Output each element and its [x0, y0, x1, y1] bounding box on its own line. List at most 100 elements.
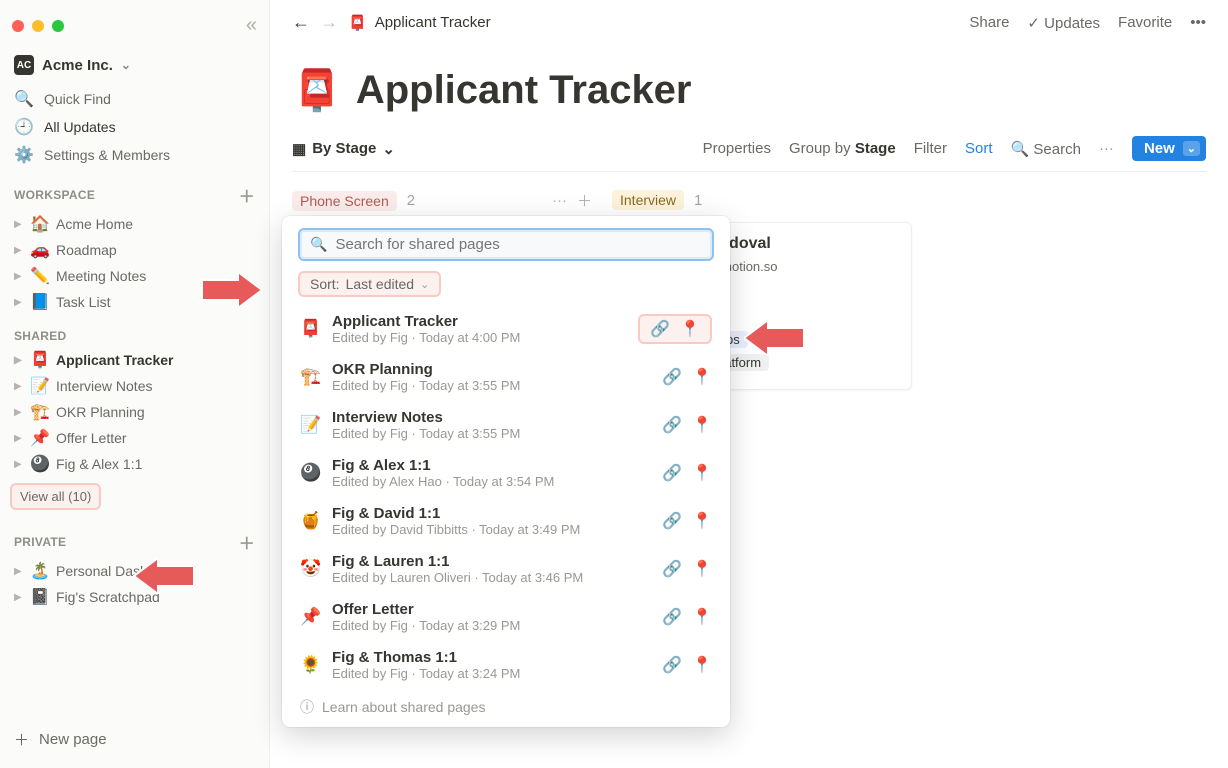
popup-sort-label: Sort: [310, 276, 340, 292]
pin-icon[interactable]: 📍 [692, 511, 712, 531]
sidebar-item-shared-0[interactable]: ▶📮Applicant Tracker [0, 347, 269, 373]
page-title: 📮 Applicant Tracker [292, 55, 1206, 136]
disclosure-triangle-icon[interactable]: ▶ [14, 355, 24, 366]
breadcrumb-title: Applicant Tracker [375, 14, 491, 31]
new-page-button[interactable]: ＋New page [0, 719, 269, 760]
popup-search[interactable]: 🔍 [298, 228, 714, 261]
sort-button[interactable]: Sort [965, 140, 993, 157]
chevron-down-icon: ⌄ [121, 58, 131, 72]
sidebar-item-label: Offer Letter [56, 430, 127, 446]
updates-button[interactable]: ✓ Updates [1027, 14, 1100, 32]
sidebar-item-shared-3[interactable]: ▶📌Offer Letter [0, 425, 269, 451]
disclosure-triangle-icon[interactable]: ▶ [14, 245, 24, 256]
new-button[interactable]: New⌄ [1132, 136, 1206, 161]
column-more-icon[interactable]: ··· [552, 192, 567, 209]
help-icon: ⓘ [300, 697, 314, 717]
popup-page-row[interactable]: 🍯Fig & David 1:1Edited by David Tibbitts… [292, 497, 720, 545]
pin-icon[interactable]: 📍 [692, 463, 712, 483]
all-updates[interactable]: 🕘All Updates [0, 113, 269, 141]
learn-shared-pages[interactable]: ⓘLearn about shared pages [292, 689, 720, 719]
window-controls: « [0, 8, 269, 51]
link-icon[interactable]: 🔗 [662, 655, 682, 675]
column-add-icon[interactable]: ＋ [577, 190, 592, 211]
popup-page-row[interactable]: 🌻Fig & Thomas 1:1Edited by Fig · Today a… [292, 641, 720, 689]
settings-members[interactable]: ⚙️Settings & Members [0, 141, 269, 169]
pin-icon[interactable]: 📍 [680, 319, 700, 339]
add-private-page-icon[interactable]: ＋ [239, 530, 255, 554]
sidebar-item-shared-1[interactable]: ▶📝Interview Notes [0, 373, 269, 399]
sidebar-item-shared-2[interactable]: ▶🏗️OKR Planning [0, 399, 269, 425]
disclosure-triangle-icon[interactable]: ▶ [14, 592, 24, 603]
column-tag[interactable]: Phone Screen [292, 191, 397, 211]
sidebar-item-workspace-0[interactable]: ▶🏠Acme Home [0, 211, 269, 237]
page-icon: 📮 [348, 14, 367, 32]
disclosure-triangle-icon[interactable]: ▶ [14, 433, 24, 444]
search-button[interactable]: 🔍 Search [1011, 140, 1081, 158]
popup-page-actions: 🔗📍 [662, 511, 712, 531]
link-icon[interactable]: 🔗 [662, 607, 682, 627]
popup-page-row[interactable]: 🎱Fig & Alex 1:1Edited by Alex Hao · Toda… [292, 449, 720, 497]
sidebar-item-shared-4[interactable]: ▶🎱Fig & Alex 1:1 [0, 451, 269, 477]
filter-button[interactable]: Filter [914, 140, 947, 157]
nav-forward-icon[interactable]: → [320, 12, 338, 33]
popup-page-row[interactable]: 📮Applicant TrackerEdited by Fig · Today … [292, 305, 720, 353]
link-icon[interactable]: 🔗 [662, 463, 682, 483]
quick-find[interactable]: 🔍Quick Find [0, 85, 269, 113]
sidebar: « AC Acme Inc. ⌄ 🔍Quick Find 🕘All Update… [0, 0, 270, 768]
favorite-button[interactable]: Favorite [1118, 14, 1172, 31]
pin-icon[interactable]: 📍 [692, 607, 712, 627]
popup-sort[interactable]: Sort: Last edited ⌄ [298, 271, 441, 297]
maximize-window-icon[interactable] [52, 20, 64, 32]
share-button[interactable]: Share [969, 14, 1009, 31]
column-tag[interactable]: Interview [612, 190, 684, 210]
disclosure-triangle-icon[interactable]: ▶ [14, 381, 24, 392]
disclosure-triangle-icon[interactable]: ▶ [14, 566, 24, 577]
chevron-down-icon[interactable]: ⌄ [1183, 141, 1200, 156]
sidebar-item-workspace-1[interactable]: ▶🚗Roadmap [0, 237, 269, 263]
close-window-icon[interactable] [12, 20, 24, 32]
popup-page-row[interactable]: 📌Offer LetterEdited by Fig · Today at 3:… [292, 593, 720, 641]
disclosure-triangle-icon[interactable]: ▶ [14, 459, 24, 470]
group-by-button[interactable]: Group by Stage [789, 140, 896, 157]
disclosure-triangle-icon[interactable]: ▶ [14, 297, 24, 308]
popup-page-title: Fig & David 1:1 [332, 505, 652, 522]
link-icon[interactable]: 🔗 [662, 559, 682, 579]
link-icon[interactable]: 🔗 [662, 367, 682, 387]
collapse-sidebar-icon[interactable]: « [246, 14, 257, 37]
popup-page-title: Fig & Alex 1:1 [332, 457, 652, 474]
shared-section-header: SHARED [0, 315, 269, 347]
link-icon[interactable]: 🔗 [650, 319, 670, 339]
pin-icon[interactable]: 📍 [692, 559, 712, 579]
page-emoji-icon[interactable]: 📮 [292, 67, 342, 114]
disclosure-triangle-icon[interactable]: ▶ [14, 407, 24, 418]
view-all-shared[interactable]: View all (10) [10, 483, 101, 510]
breadcrumb[interactable]: 📮 Applicant Tracker [348, 14, 491, 32]
popup-sort-value: Last edited [346, 276, 415, 292]
nav-back-icon[interactable]: ← [292, 12, 310, 33]
disclosure-triangle-icon[interactable]: ▶ [14, 219, 24, 230]
popup-page-row[interactable]: 🏗️OKR PlanningEdited by Fig · Today at 3… [292, 353, 720, 401]
pin-icon[interactable]: 📍 [692, 367, 712, 387]
more-icon[interactable]: ••• [1190, 14, 1206, 31]
workspace-switcher[interactable]: AC Acme Inc. ⌄ [0, 51, 269, 85]
page-title-text[interactable]: Applicant Tracker [356, 68, 692, 113]
popup-search-input[interactable] [335, 236, 702, 253]
pin-icon[interactable]: 📍 [692, 655, 712, 675]
popup-page-row[interactable]: 🤡Fig & Lauren 1:1Edited by Lauren Oliver… [292, 545, 720, 593]
minimize-window-icon[interactable] [32, 20, 44, 32]
clock-icon: 🕘 [14, 117, 34, 137]
page-emoji-icon: 🎱 [30, 454, 50, 474]
more-options-icon[interactable]: ··· [1099, 140, 1114, 157]
pin-icon[interactable]: 📍 [692, 415, 712, 435]
link-icon[interactable]: 🔗 [662, 511, 682, 531]
disclosure-triangle-icon[interactable]: ▶ [14, 271, 24, 282]
add-page-icon[interactable]: ＋ [239, 183, 255, 207]
popup-page-subtitle: Edited by David Tibbitts · Today at 3:49… [332, 522, 652, 537]
link-icon[interactable]: 🔗 [662, 415, 682, 435]
popup-page-actions: 🔗📍 [662, 607, 712, 627]
page-emoji-icon: 🏝️ [30, 561, 50, 581]
properties-button[interactable]: Properties [703, 140, 771, 157]
page-emoji-icon: 🚗 [30, 240, 50, 260]
popup-page-row[interactable]: 📝Interview NotesEdited by Fig · Today at… [292, 401, 720, 449]
view-selector[interactable]: ▦By Stage⌄ [292, 140, 395, 158]
